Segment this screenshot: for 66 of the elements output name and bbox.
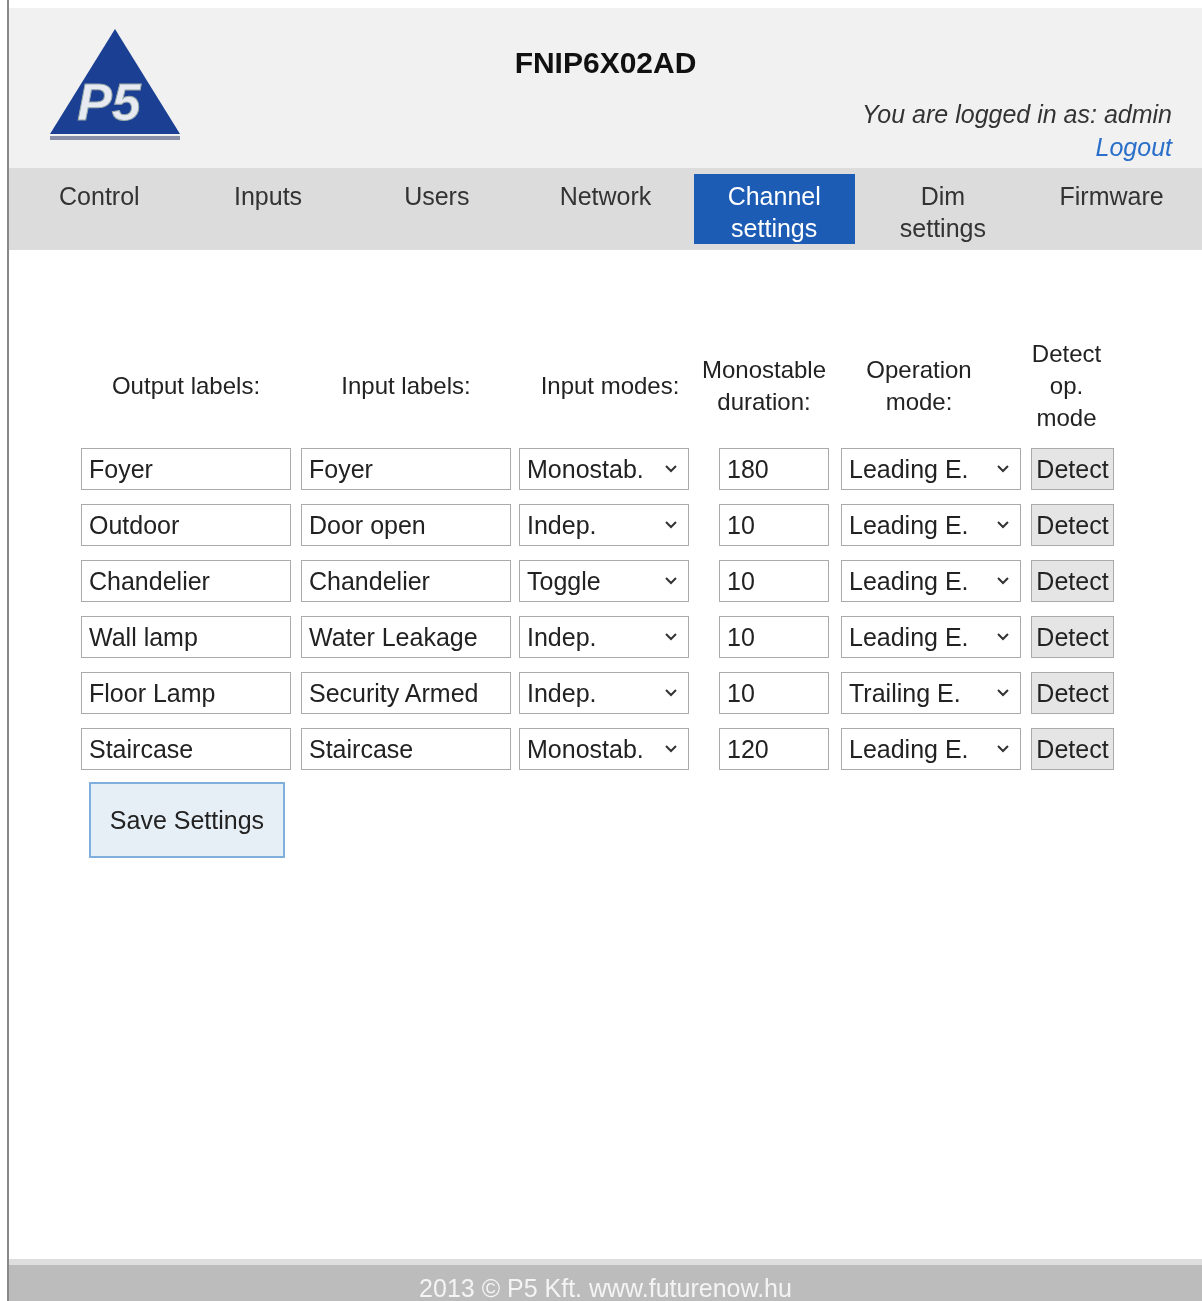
output-label-field[interactable]: Chandelier — [81, 560, 291, 602]
duration-field[interactable]: 120 — [719, 728, 829, 770]
duration-field[interactable]: 10 — [719, 616, 829, 658]
footer-text: 2013 © P5 Kft. www.futurenow.hu — [9, 1259, 1202, 1301]
operation-mode-select[interactable]: Leading E. — [841, 616, 1021, 658]
column-header: Detect op. mode — [1030, 339, 1103, 433]
nav-tab[interactable]: Users — [356, 174, 518, 244]
column-header: Monostable duration: — [700, 355, 828, 417]
operation-mode-select[interactable]: Trailing E. — [841, 672, 1021, 714]
column-header: Input labels: — [340, 371, 472, 401]
caret-icon — [665, 633, 677, 641]
input-mode-select[interactable]: Toggle — [519, 560, 689, 602]
login-status: You are logged in as: admin — [862, 100, 1172, 129]
nav-tab[interactable]: Control — [19, 174, 180, 244]
nav-tab[interactable]: Network — [525, 174, 686, 244]
detect-button[interactable]: Detect — [1031, 448, 1114, 490]
caret-icon — [997, 633, 1009, 641]
input-mode-select[interactable]: Monostab. — [519, 448, 689, 490]
input-label-field[interactable]: Water Leakage — [301, 616, 511, 658]
output-label-field[interactable]: Outdoor — [81, 504, 291, 546]
detect-button[interactable]: Detect — [1031, 504, 1114, 546]
caret-icon — [997, 465, 1009, 473]
detect-button[interactable]: Detect — [1031, 672, 1114, 714]
column-header: Output labels: — [110, 371, 262, 401]
caret-icon — [665, 577, 677, 585]
operation-mode-select[interactable]: Leading E. — [841, 728, 1021, 770]
caret-icon — [665, 521, 677, 529]
nav-tab[interactable]: Channel settings — [693, 174, 855, 244]
detect-button[interactable]: Detect — [1031, 560, 1114, 602]
column-header: Input modes: — [539, 371, 681, 401]
output-label-field[interactable]: Staircase — [81, 728, 291, 770]
detect-button[interactable]: Detect — [1031, 616, 1114, 658]
input-label-field[interactable]: Door open — [301, 504, 511, 546]
input-label-field[interactable]: Chandelier — [301, 560, 511, 602]
caret-icon — [665, 745, 677, 753]
nav-tab[interactable]: Dim settings — [862, 174, 1024, 244]
input-label-field[interactable]: Foyer — [301, 448, 511, 490]
input-label-field[interactable]: Security Armed — [301, 672, 511, 714]
duration-field[interactable]: 10 — [719, 504, 829, 546]
page-title: FNIP6X02AD — [514, 46, 697, 80]
duration-field[interactable]: 180 — [719, 448, 829, 490]
input-mode-select[interactable]: Indep. — [519, 616, 689, 658]
duration-field[interactable]: 10 — [719, 560, 829, 602]
caret-icon — [997, 521, 1009, 529]
operation-mode-select[interactable]: Leading E. — [841, 504, 1021, 546]
caret-icon — [665, 465, 677, 473]
caret-icon — [665, 689, 677, 697]
logout-link[interactable]: Logout — [1095, 133, 1172, 162]
caret-icon — [997, 745, 1009, 753]
caret-icon — [997, 577, 1009, 585]
detect-button[interactable]: Detect — [1031, 728, 1114, 770]
operation-mode-select[interactable]: Leading E. — [841, 448, 1021, 490]
nav-tab[interactable]: Inputs — [187, 174, 349, 244]
input-mode-select[interactable]: Indep. — [519, 504, 689, 546]
caret-icon — [997, 689, 1009, 697]
nav-tab[interactable]: Firmware — [1031, 174, 1192, 244]
operation-mode-select[interactable]: Leading E. — [841, 560, 1021, 602]
output-label-field[interactable]: Floor Lamp — [81, 672, 291, 714]
save-settings-button[interactable]: Save Settings — [89, 782, 285, 858]
input-mode-select[interactable]: Indep. — [519, 672, 689, 714]
duration-field[interactable]: 10 — [719, 672, 829, 714]
output-label-field[interactable]: Wall lamp — [81, 616, 291, 658]
column-header: Operation mode: — [865, 355, 973, 417]
input-mode-select[interactable]: Monostab. — [519, 728, 689, 770]
output-label-field[interactable]: Foyer — [81, 448, 291, 490]
input-label-field[interactable]: Staircase — [301, 728, 511, 770]
